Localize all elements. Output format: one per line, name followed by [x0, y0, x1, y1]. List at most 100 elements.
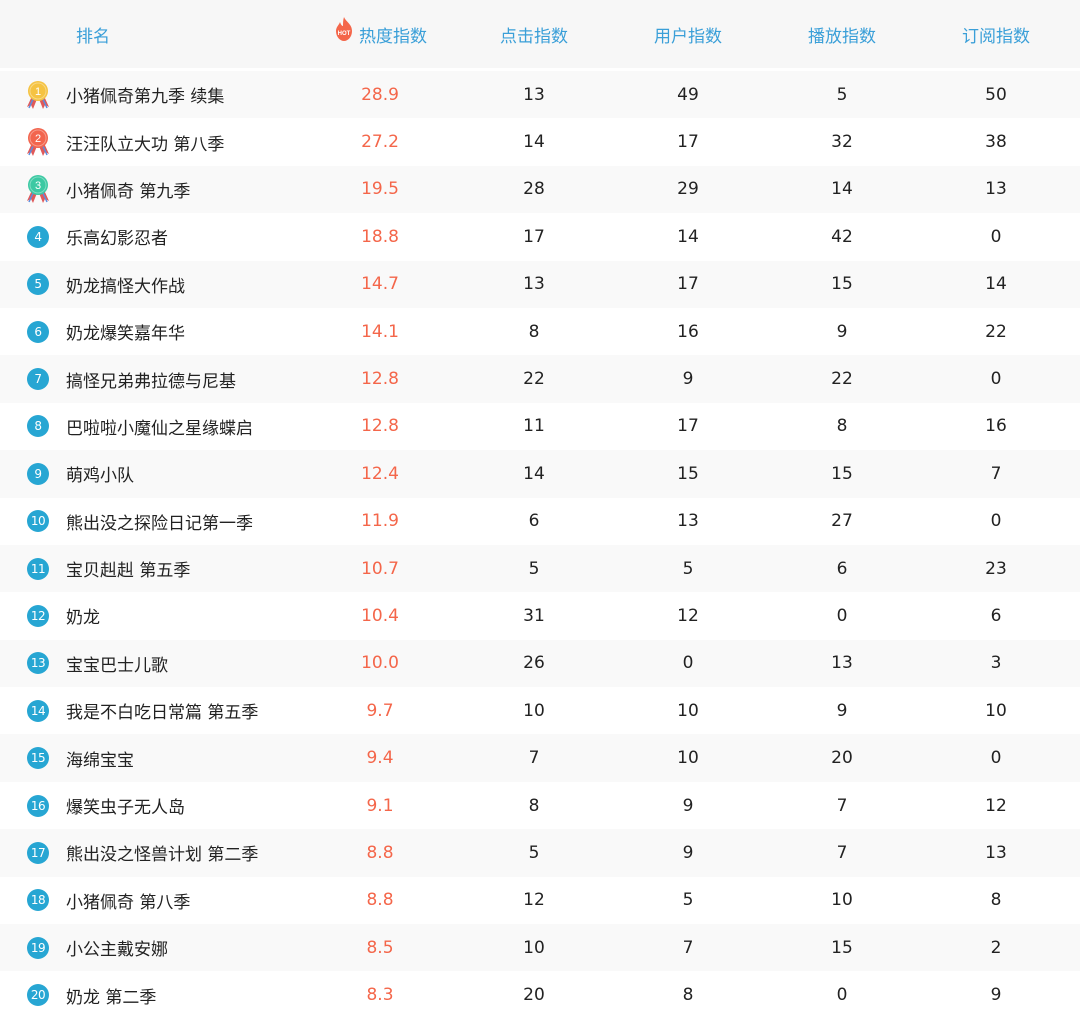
table-row[interactable]: 9 萌鸡小队 12.4 14 15 15 7 [0, 450, 1080, 498]
show-title[interactable]: 汪汪队立大功 第八季 [66, 130, 224, 155]
hot-index-cell: 10.4 [361, 605, 399, 626]
show-title[interactable]: 熊出没之怪兽计划 第二季 [66, 840, 258, 865]
medal-rank: 1 [35, 86, 41, 98]
hot-index-cell: 18.8 [361, 226, 399, 247]
subscribe-index-cell: 14 [985, 274, 1007, 295]
table-row[interactable]: 4 乐高幻影忍者 18.8 17 14 42 0 [0, 213, 1080, 261]
header-click[interactable]: 点击指数 [460, 0, 608, 68]
table-row[interactable]: 20 奶龙 第二季 8.3 20 8 0 9 [0, 971, 1080, 1019]
show-title[interactable]: 搞怪兄弟弗拉德与尼基 [66, 367, 236, 392]
subscribe-index-cell: 2 [990, 937, 1002, 958]
hot-index-cell: 8.3 [366, 985, 394, 1006]
rank-badge: 11 [27, 557, 49, 580]
rank-badge: 9 [27, 462, 49, 485]
show-title[interactable]: 乐高幻影忍者 [66, 224, 168, 249]
click-index-cell: 13 [523, 274, 545, 295]
rank-badge: 17 [27, 841, 49, 864]
play-index-cell: 13 [831, 653, 853, 674]
play-index-cell: 10 [831, 890, 853, 911]
ranking-table: 排名 HOT 热度指数 点击指数 用户指数 播放指数 订阅指数 1 小猪佩奇第九季… [0, 0, 1080, 1022]
hot-index-cell: 12.8 [361, 416, 399, 437]
show-title[interactable]: 奶龙 第二季 [66, 983, 156, 1008]
hot-index-cell: 9.1 [366, 795, 394, 816]
table-row[interactable]: 16 爆笑虫子无人岛 9.1 8 9 7 12 [0, 781, 1080, 830]
show-title[interactable]: 奶龙爆笑嘉年华 [66, 319, 185, 344]
table-row[interactable]: 7 搞怪兄弟弗拉德与尼基 12.8 22 9 22 0 [0, 355, 1080, 403]
show-title[interactable]: 小猪佩奇 第八季 [66, 888, 190, 913]
rank-cell: 20 奶龙 第二季 [0, 971, 300, 1018]
subscribe-index-cell: 12 [985, 795, 1007, 816]
user-index-cell: 16 [677, 321, 699, 342]
rank-cell: 6 奶龙爆笑嘉年华 [0, 308, 300, 355]
play-index-cell: 27 [831, 511, 853, 532]
hot-index-cell: 28.9 [361, 84, 399, 105]
click-index-cell: 14 [523, 132, 545, 153]
click-index-cell: 22 [523, 369, 545, 390]
subscribe-index-cell: 7 [990, 463, 1002, 484]
rank-badge: 16 [27, 794, 49, 817]
click-index-cell: 5 [528, 558, 540, 579]
user-index-cell: 9 [682, 795, 694, 816]
show-title[interactable]: 爆笑虫子无人岛 [66, 793, 185, 818]
subscribe-index-cell: 13 [985, 179, 1007, 200]
header-user[interactable]: 用户指数 [608, 0, 768, 68]
rank-cell: 14 我是不白吃日常篇 第五季 [0, 687, 300, 734]
header-subscribe[interactable]: 订阅指数 [916, 0, 1076, 68]
table-row[interactable]: 12 奶龙 10.4 31 12 0 6 [0, 592, 1080, 640]
header-rank[interactable]: 排名 [0, 0, 300, 68]
hot-index-cell: 14.7 [361, 274, 399, 295]
subscribe-index-cell: 23 [985, 558, 1007, 579]
table-row[interactable]: 18 小猪佩奇 第八季 8.8 12 5 10 8 [0, 876, 1080, 925]
show-title[interactable]: 我是不白吃日常篇 第五季 [66, 698, 258, 723]
rank-cell: 19 小公主戴安娜 [0, 924, 300, 971]
play-index-cell: 9 [836, 321, 848, 342]
play-index-cell: 32 [831, 132, 853, 153]
subscribe-index-cell: 6 [990, 605, 1002, 626]
play-index-cell: 9 [836, 700, 848, 721]
table-row[interactable]: 6 奶龙爆笑嘉年华 14.1 8 16 9 22 [0, 307, 1080, 356]
subscribe-index-cell: 0 [990, 369, 1002, 390]
user-index-cell: 10 [677, 700, 699, 721]
table-row[interactable]: 19 小公主戴安娜 8.5 10 7 15 2 [0, 924, 1080, 972]
show-title[interactable]: 宝贝赳赳 第五季 [66, 556, 190, 581]
table-row[interactable]: 8 巴啦啦小魔仙之星缘蝶启 12.8 11 17 8 16 [0, 402, 1080, 451]
show-title[interactable]: 小猪佩奇 第九季 [66, 177, 190, 202]
subscribe-index-cell: 38 [985, 132, 1007, 153]
table-row[interactable]: 10 熊出没之探险日记第一季 11.9 6 13 27 0 [0, 497, 1080, 545]
click-index-cell: 11 [523, 416, 545, 437]
user-index-cell: 8 [682, 985, 694, 1006]
show-title[interactable]: 巴啦啦小魔仙之星缘蝶启 [66, 414, 253, 439]
header-subscribe-label: 订阅指数 [962, 26, 1030, 47]
show-title[interactable]: 熊出没之探险日记第一季 [66, 509, 253, 534]
hot-index-cell: 10.7 [361, 558, 399, 579]
table-row[interactable]: 15 海绵宝宝 9.4 7 10 20 0 [0, 734, 1080, 782]
show-title[interactable]: 奶龙搞怪大作战 [66, 272, 185, 297]
table-row[interactable]: 13 宝宝巴士儿歌 10.0 26 0 13 3 [0, 639, 1080, 688]
table-row[interactable]: 14 我是不白吃日常篇 第五季 9.7 10 10 9 10 [0, 687, 1080, 735]
rank-badge: 8 [27, 415, 49, 438]
header-play[interactable]: 播放指数 [768, 0, 916, 68]
show-title[interactable]: 小猪佩奇第九季 续集 [66, 82, 224, 107]
play-index-cell: 14 [831, 179, 853, 200]
play-index-cell: 42 [831, 226, 853, 247]
show-title[interactable]: 萌鸡小队 [66, 461, 134, 486]
play-index-cell: 22 [831, 369, 853, 390]
table-row[interactable]: 17 熊出没之怪兽计划 第二季 8.8 5 9 7 13 [0, 829, 1080, 877]
table-row[interactable]: 3 小猪佩奇 第九季 19.5 28 29 14 13 [0, 165, 1080, 214]
show-title[interactable]: 小公主戴安娜 [66, 935, 168, 960]
click-index-cell: 12 [523, 890, 545, 911]
play-index-cell: 7 [836, 842, 848, 863]
play-index-cell: 15 [831, 274, 853, 295]
hot-index-cell: 8.8 [366, 890, 394, 911]
show-title[interactable]: 海绵宝宝 [66, 746, 134, 771]
table-row[interactable]: 5 奶龙搞怪大作战 14.7 13 17 15 14 [0, 260, 1080, 308]
hot-index-cell: 19.5 [361, 179, 399, 200]
show-title[interactable]: 宝宝巴士儿歌 [66, 651, 168, 676]
table-row[interactable]: 1 小猪佩奇第九季 续集 28.9 13 49 5 50 [0, 71, 1080, 119]
table-row[interactable]: 2 汪汪队立大功 第八季 27.2 14 17 32 38 [0, 118, 1080, 166]
show-title[interactable]: 奶龙 [66, 603, 100, 628]
play-index-cell: 0 [836, 985, 848, 1006]
header-hot[interactable]: HOT 热度指数 [300, 0, 460, 68]
rank-cell: 16 爆笑虫子无人岛 [0, 782, 300, 829]
table-row[interactable]: 11 宝贝赳赳 第五季 10.7 5 5 6 23 [0, 544, 1080, 593]
